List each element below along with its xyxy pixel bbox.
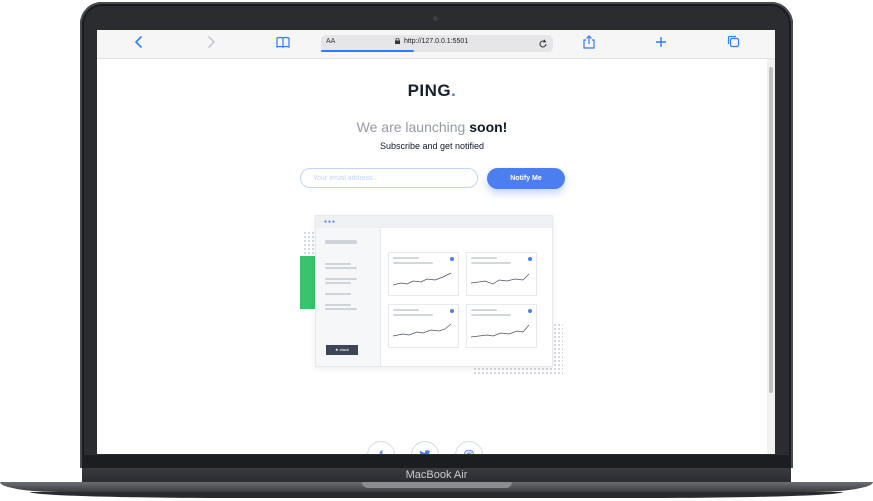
page-subtitle: Subscribe and get notified	[379, 141, 485, 151]
camera-icon	[433, 16, 438, 21]
tabs-icon[interactable]	[724, 35, 742, 53]
notify-button[interactable]: Notify Me	[487, 168, 565, 189]
landing-page: PING. We are launching soon! Subscribe a…	[97, 59, 767, 454]
instagram-icon[interactable]	[455, 441, 483, 454]
mockup-sidebar-button: ★ stack	[326, 345, 358, 355]
chevron-right-icon[interactable]	[202, 35, 220, 53]
mockup-sidebar: ★ stack	[316, 228, 381, 366]
address-bar[interactable]: AA http://127.0.0.1:5501	[321, 35, 553, 52]
page-title: We are launching soon!	[97, 119, 767, 135]
dashboard-mockup: ●●● ★ stack	[315, 215, 553, 367]
chevron-left-icon[interactable]	[130, 35, 148, 53]
mockup-chart-card	[466, 252, 537, 296]
scrollbar-thumb[interactable]	[769, 67, 773, 393]
twitter-icon[interactable]	[411, 441, 439, 454]
url-text: http://127.0.0.1:5501	[404, 38, 469, 45]
device-label: MacBook Air	[405, 469, 468, 481]
laptop-notch	[362, 482, 512, 488]
reader-mode-button[interactable]: AA	[326, 38, 335, 45]
browser-toolbar: AA http://127.0.0.1:5501	[97, 30, 775, 59]
mockup-chart-card	[388, 304, 459, 348]
facebook-icon[interactable]: f	[367, 441, 395, 454]
mockup-chart-card	[388, 252, 459, 296]
page-scrollbar[interactable]	[767, 59, 775, 454]
browser-screen: AA http://127.0.0.1:5501 PING. We are la…	[97, 30, 775, 454]
lock-icon	[395, 38, 400, 44]
laptop-shadow	[30, 492, 843, 498]
plus-icon[interactable]	[652, 35, 670, 53]
share-icon[interactable]	[580, 35, 598, 53]
mockup-topbar: ●●●	[316, 216, 552, 228]
page-logo: PING.	[407, 81, 457, 100]
load-progress	[321, 50, 414, 52]
screen-bezel	[82, 455, 791, 468]
reload-icon[interactable]	[538, 36, 548, 52]
book-icon[interactable]	[274, 35, 292, 53]
dashboard-illustration: ●●● ★ stack	[297, 213, 572, 379]
email-field[interactable]	[300, 168, 478, 188]
headline-bold: soon!	[469, 119, 508, 135]
headline-light: We are launching	[356, 119, 466, 135]
mockup-chart-card	[466, 304, 537, 348]
